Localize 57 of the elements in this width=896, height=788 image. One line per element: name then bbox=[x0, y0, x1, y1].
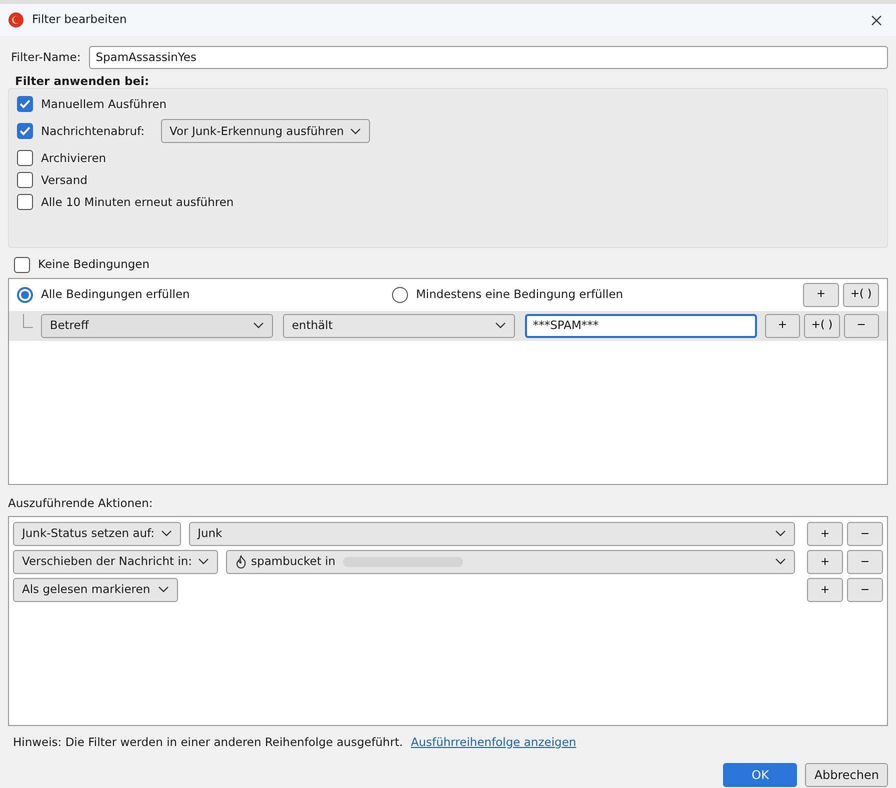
action-dropdown[interactable]: Als gelesen markieren bbox=[13, 578, 178, 602]
checkbox-label: Archivieren bbox=[41, 150, 106, 167]
chevron-icon bbox=[160, 530, 172, 538]
group-title: Filter anwenden bei: bbox=[15, 74, 150, 88]
small-button[interactable]: +( ) bbox=[804, 314, 840, 338]
small-button[interactable]: + bbox=[764, 314, 800, 338]
cancel-button[interactable]: Abbrechen bbox=[805, 763, 888, 787]
small-button[interactable]: − bbox=[844, 314, 879, 338]
radio-button[interactable] bbox=[392, 286, 408, 302]
radio-label: Mindestens eine Bedingung erfüllen bbox=[416, 286, 624, 303]
small-button[interactable]: + bbox=[807, 522, 843, 546]
folder-dropdown[interactable]: spambucket in bbox=[226, 550, 795, 574]
chevron-icon bbox=[158, 586, 169, 594]
chevron-icon bbox=[350, 128, 361, 135]
checkbox-label: Versand bbox=[41, 172, 88, 189]
checkbox[interactable] bbox=[17, 150, 33, 166]
tree-line bbox=[23, 314, 33, 328]
checkbox[interactable] bbox=[17, 194, 33, 210]
small-button[interactable]: + bbox=[807, 578, 843, 602]
window-title: Filter bearbeiten bbox=[32, 11, 128, 28]
checkbox[interactable] bbox=[14, 256, 30, 273]
checkbox-label: Manuellem Ausführen bbox=[41, 96, 167, 113]
small-button[interactable]: − bbox=[847, 522, 883, 546]
radio-button[interactable] bbox=[17, 286, 33, 302]
radio-label: Alle Bedingungen erfüllen bbox=[41, 286, 190, 303]
small-button[interactable]: − bbox=[847, 550, 883, 574]
action-dropdown[interactable]: Verschieben der Nachricht in: bbox=[13, 550, 218, 574]
hint-text: Hinweis: Die Filter werden in einer anderen Reihenfolge ausgeführt. bbox=[13, 734, 403, 751]
field-label: Filter-Name: bbox=[11, 48, 81, 66]
app-logo-icon bbox=[8, 12, 24, 28]
small-button[interactable]: − bbox=[847, 578, 883, 602]
name-field[interactable]: SpamAssassinYes bbox=[88, 46, 888, 69]
folder-name: spambucket in bbox=[251, 553, 336, 570]
checkbox-label: Nachrichtenabruf: bbox=[41, 122, 145, 140]
value-field[interactable]: ***SPAM*** bbox=[524, 314, 757, 338]
chevron-icon bbox=[775, 530, 786, 538]
checkbox-label: Keine Bedingungen bbox=[38, 256, 150, 274]
chevron-icon bbox=[775, 558, 786, 566]
small-button[interactable]: + bbox=[803, 282, 839, 306]
operator-dropdown[interactable]: enthält bbox=[282, 314, 515, 338]
target-dropdown[interactable]: Junk bbox=[188, 522, 795, 546]
chevron-icon bbox=[198, 558, 210, 566]
checkbox-label: Alle 10 Minuten erneut ausführen bbox=[41, 194, 234, 211]
checkbox[interactable] bbox=[17, 96, 33, 112]
small-button[interactable]: + bbox=[807, 550, 843, 574]
checkbox[interactable] bbox=[17, 172, 33, 188]
checkbox[interactable] bbox=[17, 123, 33, 140]
field-dropdown[interactable]: Betreff bbox=[40, 314, 273, 338]
dropdown[interactable]: Vor Junk-Erkennung ausführen bbox=[160, 119, 370, 144]
ok-button[interactable]: OK bbox=[723, 763, 798, 787]
flame-icon bbox=[235, 554, 248, 569]
chevron-icon bbox=[494, 322, 506, 329]
section-label: Auszuführende Aktionen: bbox=[8, 496, 153, 510]
order-link[interactable]: Ausführreihenfolge anzeigen bbox=[410, 734, 576, 751]
action-dropdown[interactable]: Junk-Status setzen auf: bbox=[13, 522, 181, 546]
small-button[interactable]: +( ) bbox=[843, 282, 879, 306]
chevron-icon bbox=[252, 322, 264, 329]
